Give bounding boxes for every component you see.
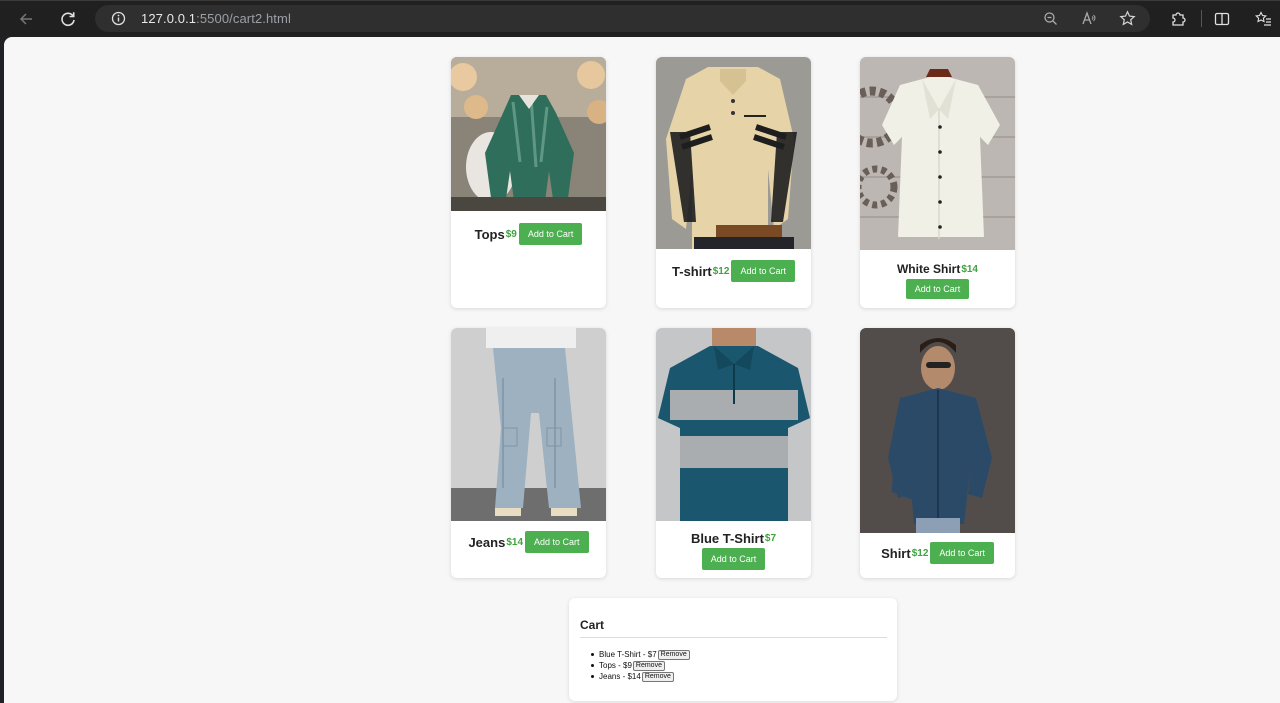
product-info: Shirt $12 Add to Cart — [860, 542, 1015, 564]
product-name: Jeans — [468, 534, 506, 550]
remove-button[interactable]: Remove — [632, 660, 665, 671]
favorites-list-icon — [1255, 11, 1271, 26]
product-price: $7 — [764, 533, 777, 544]
favorite-star-icon — [1119, 10, 1136, 26]
cart-item-label: Blue T-Shirt - $7 — [599, 650, 657, 659]
cart-title: Cart — [580, 618, 605, 632]
cart-panel: Cart Blue T-Shirt - $7 Remove Tops - $9 … — [569, 598, 897, 701]
read-aloud-icon — [1082, 11, 1096, 25]
product-image-t-shirt — [656, 57, 811, 249]
extensions-puzzle-icon — [1172, 12, 1186, 26]
site-info-icon — [111, 11, 126, 26]
split-screen-button[interactable] — [1208, 5, 1236, 33]
product-info: White Shirt $14 Add to Cart — [860, 262, 1015, 299]
product-card: Tops $9 Add to Cart — [451, 57, 606, 308]
page-viewport: Tops $9 Add to Cart T-shirt $12 Add to C… — [4, 37, 1280, 703]
back-button[interactable] — [12, 5, 40, 33]
cart-item-label: Jeans - $14 — [599, 672, 641, 681]
favorites-button[interactable] — [1250, 5, 1278, 33]
refresh-button[interactable] — [54, 5, 82, 33]
url-path: :5500/cart2.html — [196, 11, 291, 26]
address-bar[interactable]: 127.0.0.1:5500/cart2.html — [95, 5, 1150, 32]
product-price: $12 — [911, 547, 929, 559]
url-host: 127.0.0.1 — [141, 11, 197, 26]
cart-item-label: Tops - $9 — [599, 661, 632, 670]
extensions-button[interactable] — [1164, 5, 1192, 33]
product-image-blue-t-shirt — [656, 328, 811, 521]
cart-item: Tops - $9 Remove — [591, 660, 690, 671]
url-text[interactable]: 127.0.0.1:5500/cart2.html — [141, 11, 291, 26]
toolbar-separator — [1201, 10, 1202, 27]
cart-item: Jeans - $14 Remove — [591, 671, 690, 682]
remove-button[interactable]: Remove — [641, 671, 674, 682]
add-to-cart-button[interactable]: Add to Cart — [905, 279, 970, 299]
add-to-cart-button[interactable]: Add to Cart — [525, 531, 589, 553]
product-image-tops — [451, 57, 606, 211]
product-price: $14 — [961, 263, 978, 275]
remove-button[interactable]: Remove — [657, 649, 690, 660]
product-info: Jeans $14 Add to Cart — [451, 531, 606, 553]
back-arrow-icon — [19, 13, 32, 25]
product-price: $12 — [712, 265, 730, 277]
product-image-white-shirt — [860, 57, 1015, 250]
add-to-cart-button[interactable]: Add to Cart — [518, 223, 583, 245]
product-image-jeans — [451, 328, 606, 521]
zoom-icon — [1044, 12, 1057, 25]
add-to-cart-button[interactable]: Add to Cart — [701, 548, 766, 570]
product-name: Shirt — [881, 545, 911, 561]
product-card: Shirt $12 Add to Cart — [860, 328, 1015, 578]
product-info: Blue T-Shirt $7 Add to Cart — [656, 531, 811, 570]
product-info: T-shirt $12 Add to Cart — [656, 260, 811, 282]
add-to-cart-button[interactable]: Add to Cart — [731, 260, 795, 282]
product-card: Blue T-Shirt $7 Add to Cart — [656, 328, 811, 578]
product-price: $14 — [506, 536, 524, 548]
product-image-shirt — [860, 328, 1015, 533]
cart-items-list: Blue T-Shirt - $7 Remove Tops - $9 Remov… — [591, 649, 690, 682]
refresh-icon — [61, 12, 75, 27]
product-name: Tops — [474, 226, 505, 242]
split-screen-icon — [1214, 12, 1230, 26]
browser-toolbar: 127.0.0.1:5500/cart2.html — [0, 0, 1280, 37]
product-name: Blue T-Shirt — [690, 531, 764, 546]
product-name: T-shirt — [672, 263, 712, 279]
product-card: Jeans $14 Add to Cart — [451, 328, 606, 578]
product-name: White Shirt — [896, 262, 961, 276]
product-card: White Shirt $14 Add to Cart — [860, 57, 1015, 308]
tab-strip-edge — [0, 0, 1280, 1]
cart-item: Blue T-Shirt - $7 Remove — [591, 649, 690, 660]
add-to-cart-button[interactable]: Add to Cart — [930, 542, 994, 564]
product-info: Tops $9 Add to Cart — [451, 223, 606, 245]
product-price: $9 — [505, 228, 517, 240]
product-card: T-shirt $12 Add to Cart — [656, 57, 811, 308]
cart-divider — [580, 637, 887, 638]
